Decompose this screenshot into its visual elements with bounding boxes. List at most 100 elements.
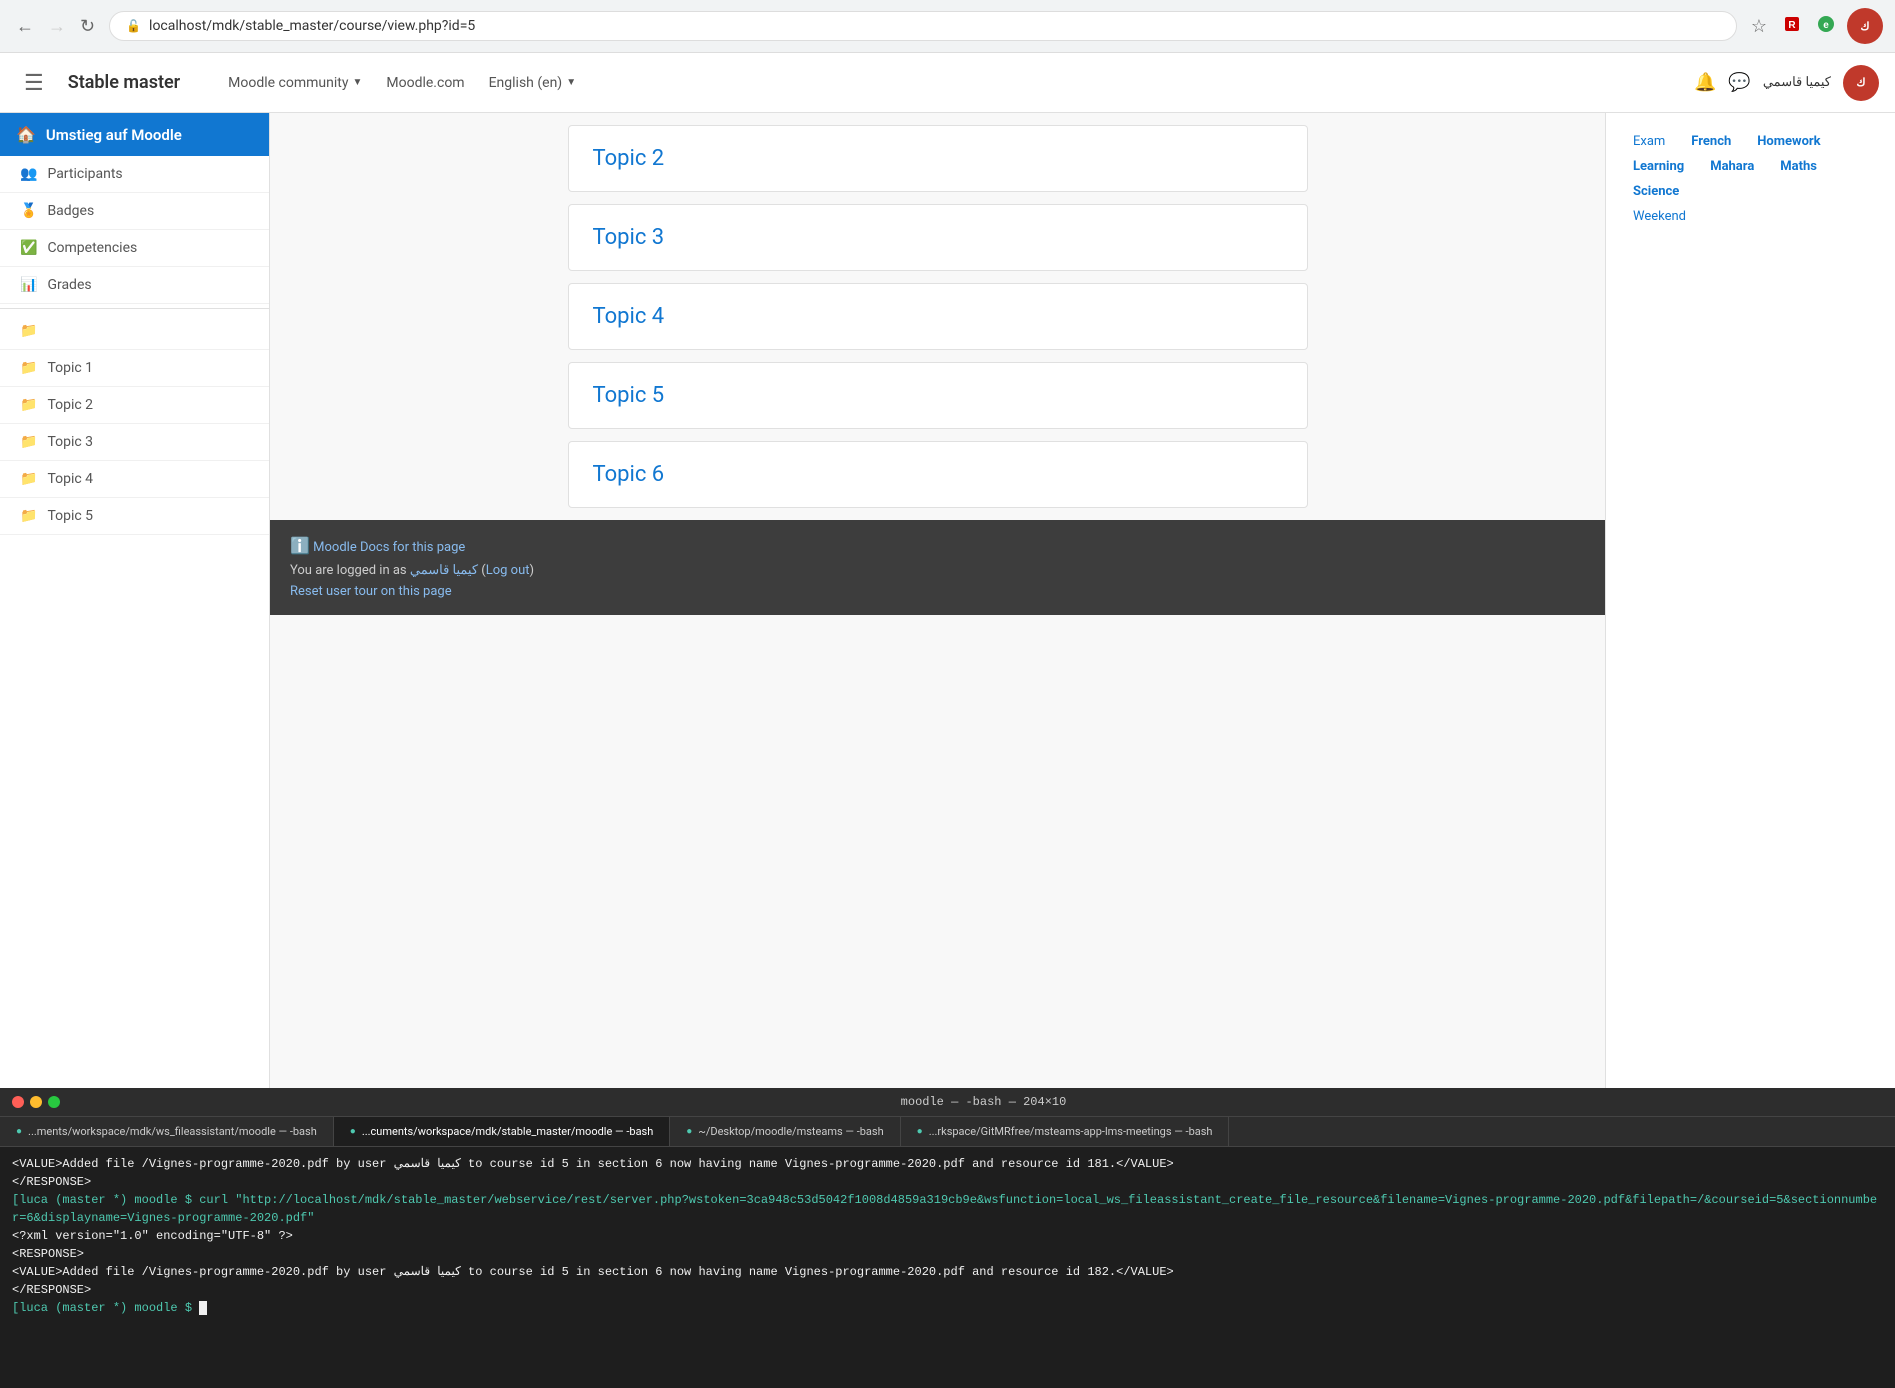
topic-link-3[interactable]: Topic 3 bbox=[593, 225, 665, 250]
topic-section-2: Topic 2 bbox=[568, 125, 1308, 192]
terminal-line-5: <RESPONSE> bbox=[12, 1245, 1883, 1263]
folder-icon-root bbox=[20, 323, 37, 339]
users-icon bbox=[20, 166, 37, 182]
terminal-tab-3[interactable]: ● ~/Desktop/moodle/msteams — -bash bbox=[670, 1117, 900, 1146]
sidebar-header[interactable]: 🏠 Umstieg auf Moodle bbox=[0, 113, 269, 156]
tag-exam[interactable]: Exam bbox=[1625, 132, 1673, 151]
sidebar-item-participants[interactable]: Participants bbox=[0, 156, 269, 193]
tag-french[interactable]: French bbox=[1683, 132, 1739, 151]
messages-button[interactable]: 💬 bbox=[1728, 72, 1750, 93]
topic-section-3: Topic 3 bbox=[568, 204, 1308, 271]
terminal-tabs: ● ...ments/workspace/mdk/ws_fileassistan… bbox=[0, 1117, 1895, 1147]
browser-chrome: ← → ↻ 🔓 localhost/mdk/stable_master/cour… bbox=[0, 0, 1895, 53]
sidebar-item-competencies[interactable]: Competencies bbox=[0, 230, 269, 267]
traffic-light-yellow[interactable] bbox=[30, 1096, 42, 1108]
topic-link-6[interactable]: Topic 6 bbox=[593, 462, 665, 487]
tag-mahara[interactable]: Mahara bbox=[1702, 157, 1762, 176]
sidebar-item-topic3[interactable]: Topic 3 bbox=[0, 424, 269, 461]
moodle-docs-link[interactable]: Moodle Docs for this page bbox=[313, 540, 465, 555]
terminal-line-6: <VALUE>Added file /Vignes-programme-2020… bbox=[12, 1263, 1883, 1281]
terminal: moodle — -bash — 204×10 ● ...ments/works… bbox=[0, 1088, 1895, 1388]
sidebar-item-badges[interactable]: Badges bbox=[0, 193, 269, 230]
sidebar-item-grades[interactable]: Grades bbox=[0, 267, 269, 304]
terminal-line-1: <VALUE>Added file /Vignes-programme-2020… bbox=[12, 1155, 1883, 1173]
traffic-light-red[interactable] bbox=[12, 1096, 24, 1108]
main-content: Topic 2 Topic 3 Topic 4 Topic 5 Topic 6 … bbox=[270, 113, 1605, 1088]
sidebar-topic2-label: Topic 2 bbox=[47, 397, 93, 413]
back-button[interactable]: ← bbox=[12, 12, 38, 41]
sidebar-topic4-label: Topic 4 bbox=[47, 471, 93, 487]
topic-link-5[interactable]: Topic 5 bbox=[593, 383, 665, 408]
folder-icon-topic2 bbox=[20, 397, 37, 413]
footer-info: You are logged in as كيميا قاسمي (Log ou… bbox=[290, 563, 1585, 578]
nav-link-community[interactable]: Moodle community ▼ bbox=[216, 75, 374, 91]
notifications-button[interactable]: 🔔 bbox=[1694, 72, 1716, 93]
svg-text:R: R bbox=[1788, 20, 1796, 31]
terminal-content[interactable]: <VALUE>Added file /Vignes-programme-2020… bbox=[0, 1147, 1895, 1388]
folder-icon-topic5 bbox=[20, 508, 37, 524]
extension-button-2[interactable]: e bbox=[1813, 11, 1839, 42]
reload-button[interactable]: ↻ bbox=[76, 12, 99, 41]
hamburger-menu[interactable]: ☰ bbox=[16, 62, 52, 104]
sidebar: 🏠 Umstieg auf Moodle Participants Badges… bbox=[0, 113, 270, 1088]
extension-button-1[interactable]: R bbox=[1779, 11, 1805, 42]
tag-homework[interactable]: Homework bbox=[1749, 132, 1828, 151]
footer-username[interactable]: كيميا قاسمي bbox=[410, 563, 478, 578]
competency-icon bbox=[20, 240, 37, 256]
sidebar-item-topic2[interactable]: Topic 2 bbox=[0, 387, 269, 424]
folder-icon-topic1 bbox=[20, 360, 37, 376]
user-avatar[interactable]: ك bbox=[1847, 8, 1883, 44]
moodle-footer: Moodle Docs for this page You are logged… bbox=[270, 520, 1605, 615]
terminal-tab-1[interactable]: ● ...ments/workspace/mdk/ws_fileassistan… bbox=[0, 1117, 334, 1146]
terminal-cursor bbox=[199, 1301, 207, 1315]
lock-icon: 🔓 bbox=[126, 19, 141, 33]
tag-weekend[interactable]: Weekend bbox=[1625, 207, 1694, 226]
nav-link-language[interactable]: English (en) ▼ bbox=[477, 75, 589, 91]
sidebar-divider bbox=[0, 308, 269, 309]
sidebar-competencies-label: Competencies bbox=[47, 240, 137, 256]
terminal-line-7: </RESPONSE> bbox=[12, 1281, 1883, 1299]
sidebar-item-topic4[interactable]: Topic 4 bbox=[0, 461, 269, 498]
logged-in-text: You are logged in as bbox=[290, 563, 407, 578]
tag-learning[interactable]: Learning bbox=[1625, 157, 1692, 176]
sidebar-item-topic1[interactable]: Topic 1 bbox=[0, 350, 269, 387]
sidebar-topic1-label: Topic 1 bbox=[47, 360, 93, 376]
terminal-prompt: [luca (master *) moodle $ bbox=[12, 1299, 1883, 1317]
terminal-tab-2[interactable]: ● ...cuments/workspace/mdk/stable_master… bbox=[334, 1117, 671, 1146]
logout-link[interactable]: Log out bbox=[486, 563, 530, 578]
topic-link-2[interactable]: Topic 2 bbox=[593, 146, 665, 171]
course-icon: 🏠 bbox=[16, 125, 36, 144]
sidebar-participants-label: Participants bbox=[47, 166, 122, 182]
site-title: Stable master bbox=[68, 72, 180, 93]
top-nav-avatar[interactable]: ك bbox=[1843, 65, 1879, 101]
tab3-label: ~/Desktop/moodle/msteams — -bash bbox=[698, 1125, 883, 1138]
terminal-line-4: <?xml version="1.0" encoding="UTF-8" ?> bbox=[12, 1227, 1883, 1245]
folder-icon-topic3 bbox=[20, 434, 37, 450]
tag-science[interactable]: Science bbox=[1625, 182, 1687, 201]
address-bar[interactable]: 🔓 localhost/mdk/stable_master/course/vie… bbox=[109, 11, 1737, 41]
top-nav: ☰ Stable master Moodle community ▼ Moodl… bbox=[0, 53, 1895, 113]
tab1-label: ...ments/workspace/mdk/ws_fileassistant/… bbox=[28, 1125, 317, 1138]
traffic-light-green[interactable] bbox=[48, 1096, 60, 1108]
sidebar-item-root[interactable] bbox=[0, 313, 269, 350]
terminal-tab-4[interactable]: ● ...rkspace/GitMRfree/msteams-app-lms-m… bbox=[901, 1117, 1230, 1146]
url-text: localhost/mdk/stable_master/course/view.… bbox=[149, 18, 475, 34]
badge-icon bbox=[20, 203, 37, 219]
bookmark-button[interactable]: ☆ bbox=[1747, 12, 1771, 41]
user-name-display: كيميا قاسمي bbox=[1763, 75, 1831, 90]
sidebar-item-topic5[interactable]: Topic 5 bbox=[0, 498, 269, 535]
svg-text:e: e bbox=[1823, 20, 1829, 31]
content-inner: Topic 2 Topic 3 Topic 4 Topic 5 Topic 6 bbox=[548, 113, 1328, 508]
grades-icon bbox=[20, 277, 37, 293]
topic-link-4[interactable]: Topic 4 bbox=[593, 304, 665, 329]
reset-tour-link[interactable]: Reset user tour on this page bbox=[290, 584, 452, 599]
tag-maths[interactable]: Maths bbox=[1772, 157, 1825, 176]
nav-link-moodle[interactable]: Moodle.com bbox=[374, 75, 476, 91]
info-icon bbox=[290, 540, 310, 555]
sidebar-topic5-label: Topic 5 bbox=[47, 508, 93, 524]
sidebar-grades-label: Grades bbox=[47, 277, 91, 293]
terminal-line-2: </RESPONSE> bbox=[12, 1173, 1883, 1191]
right-panel: Exam French Homework Learning Mahara Mat… bbox=[1605, 113, 1895, 1088]
top-nav-links: Moodle community ▼ Moodle.com English (e… bbox=[216, 75, 588, 91]
forward-button[interactable]: → bbox=[44, 12, 70, 41]
